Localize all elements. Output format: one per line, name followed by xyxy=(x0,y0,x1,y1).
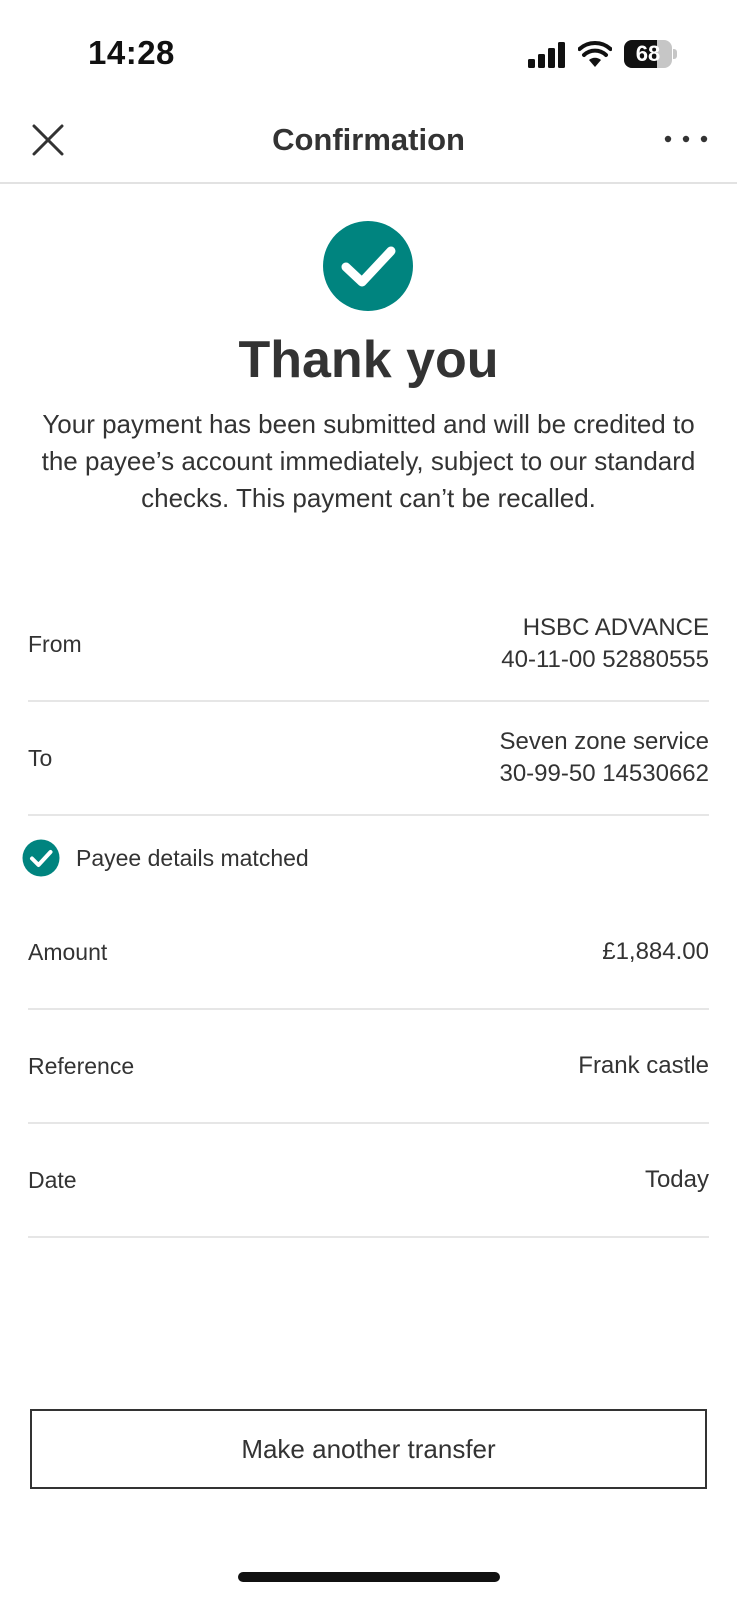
confirmation-message: Your payment has been submitted and will… xyxy=(41,409,696,513)
reference-value: Frank castle xyxy=(578,1052,709,1079)
detail-value-reference: Frank castle xyxy=(578,1010,709,1122)
detail-row-date: Date Today xyxy=(28,1124,709,1238)
check-circle-icon xyxy=(323,221,413,311)
detail-row-reference: Reference Frank castle xyxy=(28,1010,709,1124)
battery-icon: 68 xyxy=(624,40,672,68)
make-another-transfer-button[interactable]: Make another transfer xyxy=(30,1409,707,1489)
home-indicator[interactable] xyxy=(238,1572,500,1582)
more-horizontal-icon[interactable] xyxy=(662,130,710,154)
check-circle-icon xyxy=(22,839,60,877)
amount-value: £1,884.00 xyxy=(602,938,709,965)
payee-match-text: Payee details matched xyxy=(76,844,309,871)
from-account-number: 40-11-00 52880555 xyxy=(501,646,709,673)
detail-value-date: Today xyxy=(645,1124,709,1236)
battery-cap xyxy=(673,49,677,59)
confirmation-screen: 14:28 68 Confirmation Thank you Your pay… xyxy=(0,0,737,1600)
thank-you-heading: Thank you xyxy=(238,331,499,389)
page-title: Confirmation xyxy=(272,122,465,157)
detail-label-amount: Amount xyxy=(28,938,108,965)
detail-row-amount: Amount £1,884.00 xyxy=(28,896,709,1010)
detail-row-from: From HSBC ADVANCE 40-11-00 52880555 xyxy=(28,588,709,702)
status-time: 14:28 xyxy=(88,34,175,71)
to-account-number: 30-99-50 14530662 xyxy=(499,760,709,787)
detail-label-to: To xyxy=(28,744,53,771)
detail-value-from: HSBC ADVANCE 40-11-00 52880555 xyxy=(501,588,709,700)
wifi-icon xyxy=(578,41,612,67)
detail-label-from: From xyxy=(28,630,82,657)
cellular-signal-icon xyxy=(528,42,565,68)
detail-row-to: To Seven zone service 30-99-50 14530662 xyxy=(28,702,709,816)
detail-label-date: Date xyxy=(28,1166,77,1193)
from-account-name: HSBC ADVANCE xyxy=(522,614,709,641)
status-bar: 14:28 68 xyxy=(0,0,737,100)
detail-value-amount: £1,884.00 xyxy=(602,896,709,1008)
to-payee-name: Seven zone service xyxy=(499,728,709,755)
payee-match-status: Payee details matched xyxy=(22,838,309,878)
nav-bar: Confirmation xyxy=(0,100,737,184)
detail-value-to: Seven zone service 30-99-50 14530662 xyxy=(499,702,709,814)
battery-level: 68 xyxy=(635,41,661,66)
date-value: Today xyxy=(644,1166,709,1193)
detail-label-reference: Reference xyxy=(28,1052,135,1079)
